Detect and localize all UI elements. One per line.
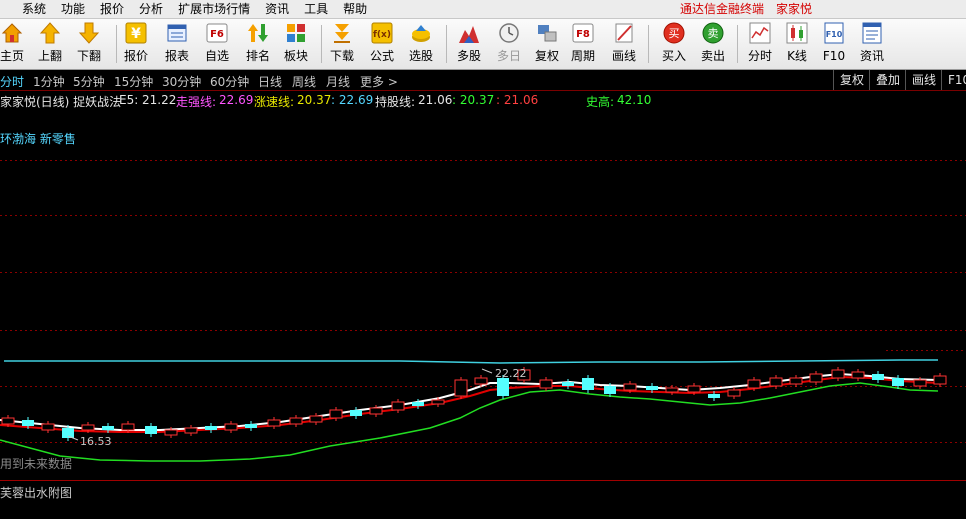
candle-body	[245, 424, 257, 428]
candle-body	[224, 423, 238, 431]
candle-body	[851, 371, 865, 379]
candle-body	[22, 420, 34, 426]
candle-body	[933, 375, 947, 385]
candle-body	[727, 389, 741, 397]
candle-body	[454, 379, 468, 397]
candle-body	[769, 377, 783, 387]
candle-body	[604, 386, 616, 394]
candle-body	[474, 377, 488, 385]
candle-body	[145, 426, 157, 434]
candle-body	[892, 378, 904, 386]
candle-body	[872, 374, 884, 380]
min-marker: 16.53	[67, 435, 112, 448]
max-price-label: 22.22	[495, 367, 527, 380]
candle-body	[582, 378, 594, 390]
candle-body	[1, 417, 15, 425]
candle-body	[289, 417, 303, 425]
candle-body	[708, 394, 720, 398]
candle-body	[913, 379, 927, 387]
future-data-warning: 用到未来数据	[0, 457, 73, 471]
candle-body	[431, 399, 445, 405]
candle-body	[497, 378, 509, 396]
sub-chart-label: 芙蓉出水附图	[0, 486, 73, 500]
min-price-label: 16.53	[80, 435, 112, 448]
kline-chart[interactable]: 22.22 16.53	[0, 0, 966, 519]
candle-body	[369, 407, 383, 415]
green-line	[0, 382, 939, 462]
candle-body	[623, 383, 637, 391]
candle-body	[309, 415, 323, 423]
cyan-level-line	[4, 359, 938, 364]
candle-body	[646, 386, 658, 390]
candle-body	[184, 427, 198, 434]
candle-body	[121, 423, 135, 431]
max-marker: 22.22	[481, 367, 527, 380]
candle-body	[391, 401, 405, 411]
candle-body	[164, 429, 178, 436]
candle-body	[809, 373, 823, 383]
candle-body	[81, 424, 95, 431]
candle-body	[102, 426, 114, 430]
candle-body	[41, 423, 55, 431]
candle-body	[789, 377, 803, 385]
candle-body	[267, 419, 281, 427]
candle-body	[831, 369, 845, 379]
candle-body	[562, 382, 574, 386]
candle-body	[329, 409, 343, 419]
candle-body	[687, 385, 701, 393]
candle-body	[665, 387, 679, 393]
candle-body	[539, 379, 553, 389]
candle-body	[747, 379, 761, 389]
candle-body	[412, 402, 424, 406]
red-line	[0, 375, 939, 433]
candle-body	[350, 410, 362, 416]
candle-body	[205, 426, 217, 430]
